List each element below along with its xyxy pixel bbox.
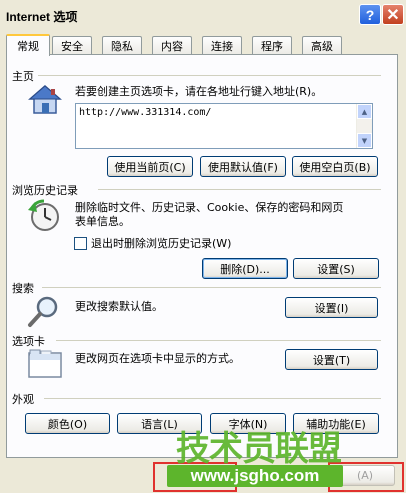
tab-window-icon: [28, 349, 62, 378]
title-bar: Internet 选项 ? ✕: [0, 0, 406, 30]
group-divider: [98, 189, 381, 190]
watermark-brand: 技术员联盟: [176, 429, 342, 469]
colors-button[interactable]: 颜色(O): [25, 413, 110, 434]
tab-privacy[interactable]: 隐私: [102, 36, 142, 54]
tabs-description: 更改网页在选项卡中显示的方式。: [75, 352, 240, 365]
home-description: 若要创建主页选项卡，请在各地址行键入地址(R)。: [75, 85, 323, 98]
help-button[interactable]: ?: [359, 4, 381, 25]
help-icon: ?: [365, 6, 375, 23]
close-button[interactable]: ✕: [382, 4, 404, 25]
search-settings-button[interactable]: 设置(I): [285, 297, 378, 318]
scroll-up-icon[interactable]: ▲: [357, 104, 372, 119]
textarea-scrollbar[interactable]: ▲ ▼: [356, 104, 372, 148]
close-icon: ✕: [386, 6, 400, 24]
history-description-line1: 删除临时文件、历史记录、Cookie、保存的密码和网页: [75, 201, 344, 214]
delete-history-button[interactable]: 删除(D)...: [202, 258, 288, 279]
home-url-value: http://www.331314.com/: [79, 107, 212, 118]
clock-history-icon: [28, 199, 59, 231]
group-divider: [56, 340, 381, 341]
tabs-settings-button[interactable]: 设置(T): [285, 349, 378, 370]
appearance-group-title: 外观: [12, 393, 34, 406]
tabs-group-title: 选项卡: [12, 335, 45, 348]
watermark-url: www.jsgho.com: [167, 465, 343, 487]
tab-connections[interactable]: 连接: [202, 36, 242, 54]
tab-security[interactable]: 安全: [52, 36, 92, 54]
tab-programs[interactable]: 程序: [252, 36, 292, 54]
group-divider: [44, 398, 381, 399]
group-divider: [38, 75, 381, 76]
delete-on-exit-checkbox[interactable]: [74, 237, 87, 250]
home-group-title: 主页: [12, 70, 34, 83]
scroll-down-icon[interactable]: ▼: [357, 133, 372, 148]
tab-general[interactable]: 常规: [6, 34, 50, 56]
history-group-title: 浏览历史记录: [12, 184, 78, 197]
window-title: Internet 选项: [6, 10, 78, 24]
use-blank-button[interactable]: 使用空白页(B): [292, 156, 378, 177]
search-description: 更改搜索默认值。: [75, 300, 163, 313]
history-settings-button[interactable]: 设置(S): [293, 258, 379, 279]
history-description-line2: 表单信息。: [75, 215, 130, 228]
tab-content[interactable]: 内容: [152, 36, 192, 54]
magnifier-icon: [28, 296, 58, 327]
use-current-button[interactable]: 使用当前页(C): [107, 156, 193, 177]
group-divider: [42, 287, 381, 288]
delete-on-exit-label[interactable]: 退出时删除浏览历史记录(W): [91, 237, 231, 251]
use-default-button[interactable]: 使用默认值(F): [200, 156, 286, 177]
home-url-textarea[interactable]: http://www.331314.com/ ▲ ▼: [75, 103, 373, 149]
house-icon: [28, 85, 62, 114]
tab-advanced[interactable]: 高级: [302, 36, 342, 54]
